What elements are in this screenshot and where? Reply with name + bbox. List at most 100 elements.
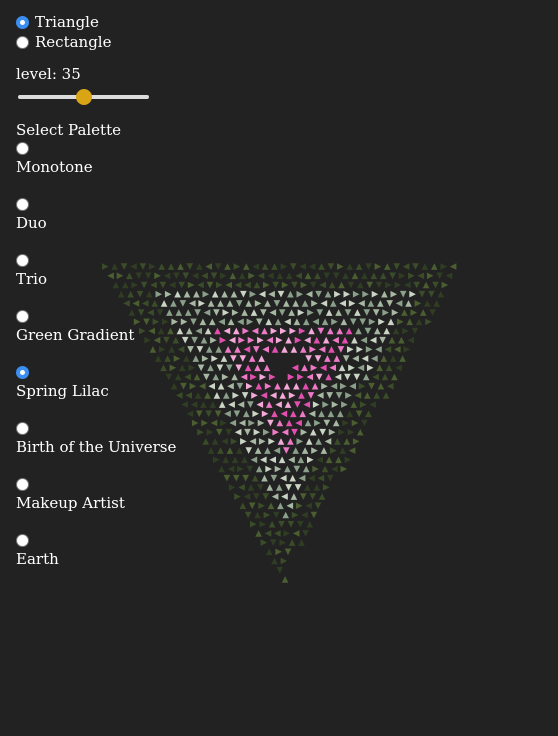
mosaic-tile	[234, 346, 241, 353]
mosaic-tile	[238, 484, 245, 491]
mosaic-tile	[233, 474, 240, 482]
mosaic-tile	[273, 300, 281, 307]
mosaic-tile	[238, 272, 246, 280]
mosaic-tile	[233, 410, 241, 418]
mosaic-tile	[276, 566, 284, 574]
green-gradient-radio[interactable]	[16, 310, 29, 323]
mosaic-tile	[379, 272, 387, 280]
mosaic-tile	[278, 309, 286, 316]
mosaic-tile	[272, 281, 279, 289]
mosaic-tile	[317, 474, 325, 482]
mosaic-tile	[324, 355, 331, 362]
mosaic-tile	[243, 263, 250, 270]
mosaic-tile	[251, 392, 258, 399]
mosaic-tile	[281, 281, 289, 289]
palette-option-trio[interactable]: Trio	[16, 254, 216, 309]
mosaic-tile	[322, 484, 330, 491]
mosaic-tile	[270, 327, 278, 335]
mosaic-tile	[262, 346, 269, 353]
palette-option-earth[interactable]: Earth	[16, 534, 216, 589]
mosaic-tile	[295, 272, 302, 280]
mosaic-tile	[276, 419, 284, 427]
duo-radio[interactable]	[16, 198, 29, 211]
mosaic-tile	[323, 272, 331, 280]
palette-option-green-gradient[interactable]: Green Gradient	[16, 310, 216, 365]
mosaic-tile	[426, 272, 434, 280]
mosaic-tile	[291, 428, 298, 436]
slider-thumb[interactable]	[75, 89, 92, 105]
mosaic-tile	[388, 336, 396, 344]
palette-option-monotone[interactable]: Monotone	[16, 142, 216, 197]
mosaic-tile	[263, 511, 271, 519]
palette-option-birth-of-the-universe[interactable]: Birth of the Universe	[16, 422, 216, 477]
mosaic-tile	[365, 410, 372, 418]
mosaic-tile	[302, 530, 309, 537]
triangle-radio[interactable]	[16, 15, 29, 29]
mosaic-tile	[231, 456, 239, 464]
mosaic-tile	[322, 401, 329, 408]
palette-option-makeup-artist[interactable]: Makeup Artist	[16, 478, 216, 533]
monotone-radio[interactable]	[16, 142, 29, 155]
radio-dot	[20, 370, 25, 375]
earth-radio[interactable]	[16, 534, 29, 547]
mosaic-tile	[362, 373, 370, 381]
duo-label: Duo	[16, 214, 47, 232]
mosaic-tile	[292, 447, 299, 454]
mosaic-tile	[246, 318, 254, 326]
mosaic-tile	[223, 474, 231, 482]
mosaic-tile	[332, 272, 340, 280]
mosaic-tile	[440, 263, 447, 270]
mosaic-tile	[245, 447, 252, 454]
mosaic-tile	[287, 290, 294, 298]
mosaic-tile	[291, 511, 299, 519]
spring-lilac-radio[interactable]	[16, 366, 29, 379]
mosaic-tile	[273, 511, 280, 519]
mosaic-tile	[254, 364, 261, 372]
mosaic-tile	[330, 447, 337, 454]
shape-option-triangle[interactable]: Triangle	[16, 12, 216, 32]
trio-radio[interactable]	[16, 254, 29, 267]
mosaic-tile	[323, 419, 331, 427]
mosaic-tile	[339, 447, 346, 454]
mosaic-tile	[338, 364, 346, 372]
makeup-artist-radio[interactable]	[16, 478, 29, 491]
mosaic-tile	[345, 392, 352, 399]
mosaic-tile	[387, 318, 395, 326]
mosaic-tile	[315, 373, 323, 381]
mosaic-tile	[260, 309, 267, 316]
earth-label: Earth	[16, 550, 59, 568]
mosaic-tile	[335, 456, 342, 464]
mosaic-tile	[375, 281, 383, 289]
mosaic-tile	[301, 364, 308, 372]
mosaic-tile	[216, 364, 224, 372]
level-slider[interactable]	[18, 86, 149, 108]
shape-option-rectangle[interactable]: Rectangle	[16, 32, 216, 52]
mosaic-tile	[271, 557, 278, 565]
palette-option-duo[interactable]: Duo	[16, 198, 216, 253]
mosaic-tile	[270, 474, 278, 482]
mosaic-tile	[429, 309, 436, 316]
mosaic-tile	[352, 438, 360, 445]
birth-of-the-universe-radio[interactable]	[16, 422, 29, 435]
mosaic-tile	[223, 392, 230, 399]
mosaic-tile	[314, 419, 321, 427]
mosaic-tile	[253, 493, 260, 500]
mosaic-tile	[218, 318, 225, 326]
mosaic-tile	[258, 502, 265, 510]
palette-option-spring-lilac[interactable]: Spring Lilac	[16, 366, 216, 421]
mosaic-tile	[398, 336, 405, 344]
mosaic-tile	[411, 327, 419, 335]
mosaic-tile	[240, 290, 247, 298]
mosaic-tile	[425, 318, 432, 326]
mosaic-tile	[334, 373, 342, 381]
mosaic-tile	[317, 327, 325, 335]
mosaic-tile	[291, 364, 299, 372]
mosaic-tile	[288, 456, 295, 464]
mosaic-tile	[275, 401, 282, 408]
mosaic-tile	[342, 272, 349, 280]
mosaic-tile	[256, 318, 263, 326]
mosaic-tile	[227, 465, 235, 473]
mosaic-tile	[278, 520, 285, 528]
mosaic-tile	[228, 336, 236, 344]
rectangle-radio[interactable]	[16, 35, 29, 49]
